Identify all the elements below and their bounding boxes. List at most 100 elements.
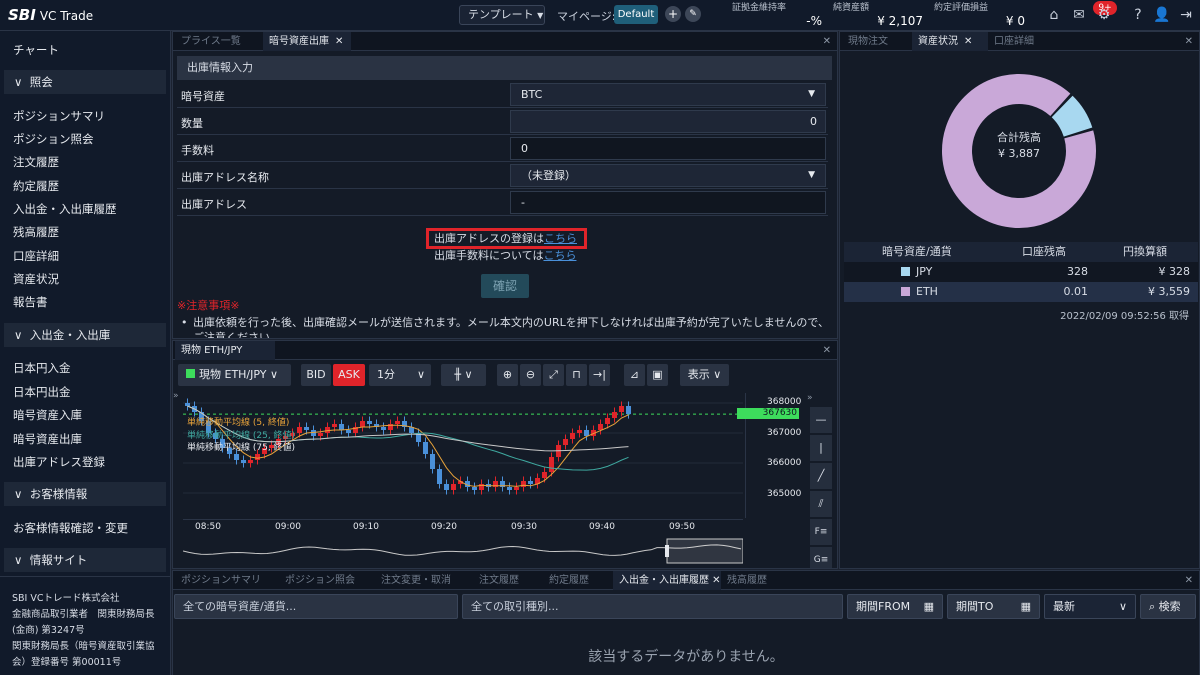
price-chart[interactable] <box>183 393 743 518</box>
sidebar-section-info-site[interactable]: ∨ 情報サイト <box>4 548 166 572</box>
search-button[interactable]: ⌕ 検索 <box>1140 594 1196 619</box>
sidebar-item-jpy-withdraw[interactable]: 日本円出金 <box>13 384 71 400</box>
sidebar-item-asset-status[interactable]: 資産状況 <box>13 271 59 287</box>
sort-select[interactable]: 最新 ∨ <box>1044 594 1136 619</box>
address-register-link[interactable]: こちら <box>544 232 577 245</box>
gann-tool-icon[interactable]: G≡ <box>810 547 832 568</box>
tab-history-4[interactable]: 約定履歴 <box>543 571 613 590</box>
fee-info-link[interactable]: こちら <box>543 249 576 262</box>
sidebar-section-inquiry[interactable]: ∨ 照会 <box>4 70 166 94</box>
mypage-default-button[interactable]: Default <box>614 5 658 24</box>
sidebar-item-account-details[interactable]: 口座詳細 <box>13 248 59 264</box>
candle <box>367 421 372 424</box>
asset-filter-input[interactable]: 全ての暗号資産/通貨... <box>174 594 458 619</box>
crypto-select[interactable]: BTC ▼ <box>510 83 826 106</box>
template-dropdown[interactable]: テンプレート ▼ <box>459 5 545 25</box>
channel-tool-icon[interactable]: ⫽ <box>810 491 832 517</box>
address-name-select[interactable]: （未登録） ▼ <box>510 164 826 187</box>
panel-close-icon[interactable]: ✕ <box>823 32 831 51</box>
period-from-input[interactable]: 期間FROM ▦ <box>847 594 943 619</box>
user-icon[interactable]: 👤 <box>1153 6 1171 24</box>
sidebar-item-customer-info[interactable]: お客様情報確認・変更 <box>13 520 128 536</box>
app-logo[interactable]: SBI VC Trade <box>8 6 93 24</box>
zoom-out-icon[interactable]: ⊖ <box>520 364 541 386</box>
tab-chart-ethjpy[interactable]: 現物 ETH/JPY 1m✕ <box>175 341 275 375</box>
mail-icon[interactable]: ✉ <box>1070 6 1088 24</box>
confirm-button[interactable]: 確認 <box>481 274 529 298</box>
close-icon[interactable]: ✕ <box>964 36 972 47</box>
display-menu[interactable]: 表示 ∨ <box>680 364 729 386</box>
tab-history-0[interactable]: ポジションサマリ <box>175 571 279 590</box>
eth-color-swatch <box>901 287 910 296</box>
sidebar-item-balance-history[interactable]: 残高履歴 <box>13 224 59 240</box>
table-row[interactable]: ETH 0.01 ¥ 3,559 <box>844 282 1198 302</box>
tab-history-2[interactable]: 注文変更・取消 <box>375 571 473 590</box>
sidebar-item-crypto-deposit[interactable]: 暗号資産入庫 <box>13 407 82 423</box>
edit-layout-icon[interactable]: ✎ <box>685 6 701 22</box>
tab-history-3[interactable]: 注文履歴 <box>473 571 543 590</box>
chart-type-icon[interactable]: ╫ ∨ <box>441 364 486 386</box>
panel-close-icon[interactable]: ✕ <box>1185 32 1193 51</box>
tab-history-6[interactable]: 残高履歴 <box>721 571 791 590</box>
time-tick: 09:50 <box>669 522 695 532</box>
sidebar-item-position-inquiry[interactable]: ポジション照会 <box>13 131 94 147</box>
indicator-icon[interactable]: ⊿ <box>624 364 645 386</box>
sidebar-item-reports[interactable]: 報告書 <box>13 294 48 310</box>
navigator-handle[interactable] <box>665 545 669 557</box>
sidebar-item-chart[interactable]: チャート <box>13 42 59 58</box>
type-filter-input[interactable]: 全ての取引種別... <box>462 594 843 619</box>
collapse-left-icon[interactable]: » <box>173 391 179 401</box>
symbol-select[interactable]: 現物 ETH/JPY ∨ <box>178 364 291 386</box>
candle <box>514 487 519 490</box>
candle <box>584 430 589 436</box>
period-to-input[interactable]: 期間TO ▦ <box>947 594 1040 619</box>
gear-icon[interactable]: ⚙ <box>1095 6 1113 24</box>
sidebar-section-customer[interactable]: ∨ お客様情報 <box>4 482 166 506</box>
quantity-input[interactable]: 0 <box>510 110 826 133</box>
ma75-legend: 単純移動平均線 (75, 終値) <box>187 443 296 453</box>
tab-account-details[interactable]: 口座詳細 <box>988 32 1058 51</box>
panel-close-icon[interactable]: ✕ <box>823 341 831 360</box>
fee-note: 出庫手数料についてはこちら <box>434 249 577 262</box>
tab-history-1[interactable]: ポジション照会 <box>279 571 375 590</box>
tab-history-5[interactable]: 入出金・入出庫履歴 ✕ <box>613 571 721 590</box>
history-panel-tabs: ✕ ポジションサマリ ポジション照会 注文変更・取消 注文履歴 約定履歴 入出金・入出庫履… <box>173 571 1199 590</box>
chevron-down-icon: ∨ <box>1118 600 1127 613</box>
collapse-right-icon[interactable]: » <box>807 393 813 403</box>
screenshot-icon[interactable]: ▣ <box>647 364 668 386</box>
navigator-window[interactable] <box>666 538 743 564</box>
tab-price-list[interactable]: プライス一覧 <box>175 32 263 51</box>
tab-crypto-withdraw[interactable]: 暗号資産出庫 ✕ <box>263 32 351 51</box>
add-layout-icon[interactable]: + <box>665 6 681 22</box>
fit-icon[interactable]: ⤢ <box>543 364 564 386</box>
withdraw-panel-tabs: プライス一覧 暗号資産出庫 ✕ ✕ <box>173 32 837 51</box>
sidebar-item-execution-history[interactable]: 約定履歴 <box>13 178 59 194</box>
panel-close-icon[interactable]: ✕ <box>1185 571 1193 590</box>
bid-button[interactable]: BID <box>301 364 331 386</box>
trend-line-tool-icon[interactable]: ╱ <box>810 463 832 489</box>
interval-select[interactable]: 1分 ∨ <box>369 364 431 386</box>
sidebar-item-deposit-history[interactable]: 入出金・入出庫履歴 <box>13 201 117 217</box>
sidebar-item-jpy-deposit[interactable]: 日本円入金 <box>13 360 71 376</box>
tab-asset-status[interactable]: 資産状況 ✕ <box>912 32 988 51</box>
fibonacci-tool-icon[interactable]: F≡ <box>810 519 832 545</box>
zoom-in-icon[interactable]: ⊕ <box>497 364 518 386</box>
ask-button[interactable]: ASK <box>333 364 365 386</box>
chart-navigator[interactable] <box>183 537 743 565</box>
sidebar-section-deposit[interactable]: ∨ 入出金・入出庫 <box>4 323 166 347</box>
tab-spot-order[interactable]: 現物注文 <box>842 32 912 51</box>
help-icon[interactable]: ? <box>1129 6 1147 24</box>
lock-scale-icon[interactable]: ⊓ <box>566 364 587 386</box>
logout-icon[interactable]: ⇥ <box>1177 6 1195 24</box>
horizontal-line-tool-icon[interactable]: — <box>810 407 832 433</box>
home-icon[interactable]: ⌂ <box>1045 6 1063 24</box>
sidebar-item-crypto-withdraw[interactable]: 暗号資産出庫 <box>13 431 82 447</box>
close-icon[interactable]: ✕ <box>335 36 343 47</box>
sidebar-item-withdraw-address[interactable]: 出庫アドレス登録 <box>13 454 105 470</box>
candle <box>570 433 575 439</box>
table-row[interactable]: JPY 328 ¥ 328 <box>844 262 1198 282</box>
sidebar-item-position-summary[interactable]: ポジションサマリ <box>13 108 105 124</box>
vertical-line-tool-icon[interactable]: | <box>810 435 832 461</box>
sidebar-item-order-history[interactable]: 注文履歴 <box>13 154 59 170</box>
scroll-end-icon[interactable]: →| <box>589 364 610 386</box>
